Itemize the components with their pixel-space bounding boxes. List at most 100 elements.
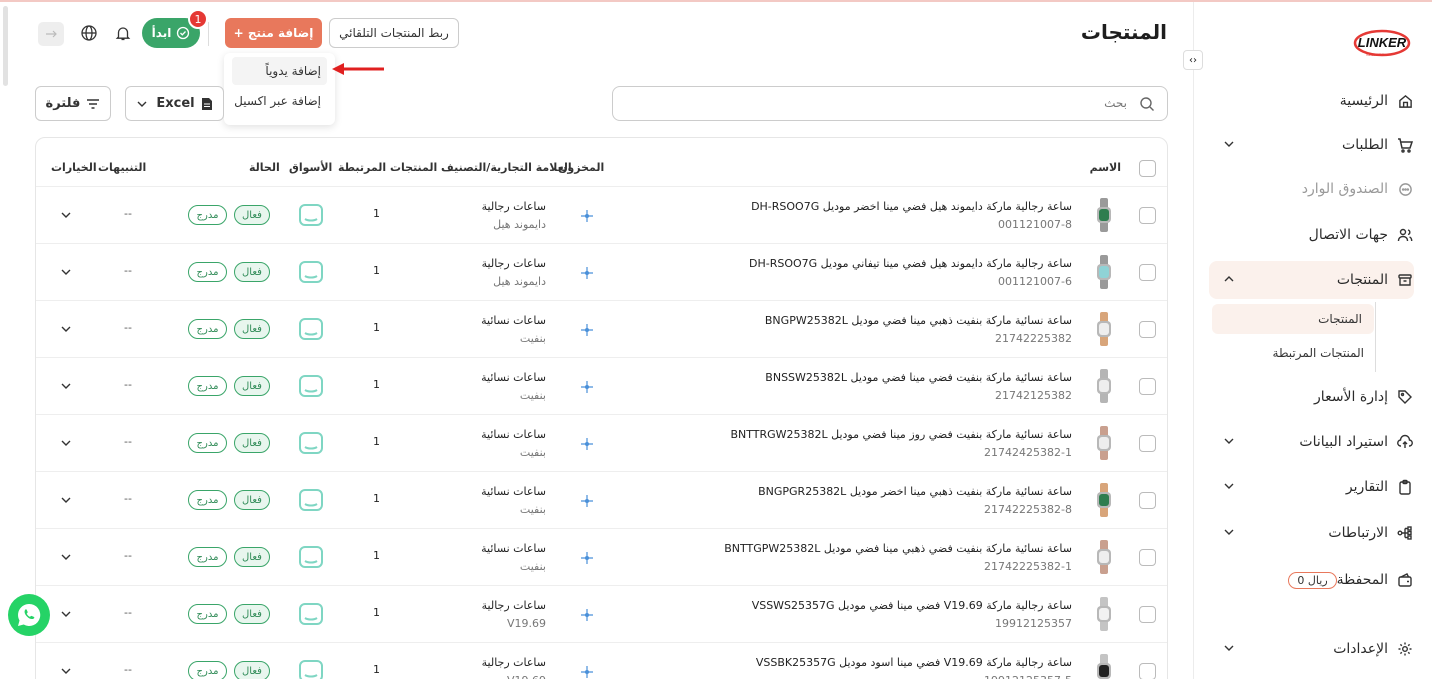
- market-icon[interactable]: [299, 546, 323, 568]
- status-badge-active: فعال: [234, 433, 270, 453]
- market-icon[interactable]: [299, 660, 323, 679]
- table-row[interactable]: ساعة نسائية ماركة بنفيت فضي ذهبي مينا فض…: [36, 528, 1167, 585]
- linked-count: 1: [373, 663, 380, 676]
- theme-toggle[interactable]: [38, 22, 64, 46]
- market-icon[interactable]: [299, 204, 323, 226]
- sidebar-item-connections[interactable]: الارتباطات: [1209, 514, 1414, 552]
- product-name[interactable]: ساعة نسائية ماركة بنفيت فضي مينا فضي مود…: [765, 371, 1072, 384]
- search-input[interactable]: [827, 96, 1127, 110]
- column-header-linked[interactable]: المنتجات المرتبطة: [338, 161, 437, 174]
- table-row[interactable]: ساعة رجالية ماركة V19.69 فضي مينا فضي مو…: [36, 585, 1167, 642]
- product-name[interactable]: ساعة رجالية ماركة V19.69 فضي مينا فضي مو…: [752, 599, 1072, 612]
- sidebar-item-contacts[interactable]: جهات الاتصال: [1209, 216, 1414, 254]
- status-badge-listed: مدرج: [188, 262, 227, 282]
- menu-item-add-manually[interactable]: إضافة يدوياً: [232, 57, 327, 85]
- table-row[interactable]: ساعة رجالية ماركة V19.69 فضي مينا اسود م…: [36, 642, 1167, 679]
- chevron-down-icon[interactable]: [60, 209, 72, 221]
- product-name[interactable]: ساعة نسائية ماركة بنفيت ذهبي مينا اخضر م…: [758, 485, 1072, 498]
- stock-icon[interactable]: [579, 322, 595, 338]
- chevron-down-icon[interactable]: [60, 380, 72, 392]
- market-icon[interactable]: [299, 489, 323, 511]
- excel-export-button[interactable]: Excel: [125, 86, 224, 121]
- sidebar-item-home[interactable]: الرئيسية: [1209, 82, 1414, 120]
- stock-icon[interactable]: [579, 607, 595, 623]
- column-header-options[interactable]: الخيارات: [51, 161, 97, 174]
- chevron-down-icon[interactable]: [60, 494, 72, 506]
- whatsapp-chat-button[interactable]: [8, 594, 50, 636]
- product-name[interactable]: ساعة رجالية ماركة V19.69 فضي مينا اسود م…: [756, 656, 1072, 669]
- stock-icon[interactable]: [579, 379, 595, 395]
- linker-logo: LINKER SELLERS: [1353, 29, 1411, 57]
- product-name[interactable]: ساعة رجالية ماركة دايموند هيل فضي مينا ت…: [749, 257, 1072, 270]
- filter-button[interactable]: فلترة: [35, 86, 111, 121]
- table-row[interactable]: ساعة نسائية ماركة بنفيت فضي روز مينا فضي…: [36, 414, 1167, 471]
- sidebar-item-reports[interactable]: التقارير: [1209, 468, 1414, 506]
- sidebar-subitem-products[interactable]: المنتجات: [1212, 304, 1374, 334]
- sidebar-item-products[interactable]: المنتجات: [1209, 261, 1414, 299]
- sidebar-item-settings[interactable]: الإعدادات: [1209, 630, 1414, 668]
- column-header-alerts[interactable]: التنبيهات: [98, 161, 146, 174]
- table-row[interactable]: ساعة رجالية ماركة دايموند هيل فضي مينا ت…: [36, 243, 1167, 300]
- column-header-name[interactable]: الاسم: [1090, 161, 1121, 174]
- chevron-down-icon[interactable]: [60, 551, 72, 563]
- chevron-down-icon[interactable]: [60, 608, 72, 620]
- product-name[interactable]: ساعة نسائية ماركة بنفيت ذهبي مينا فضي مو…: [765, 314, 1072, 327]
- globe-icon[interactable]: [80, 24, 98, 42]
- auto-link-products-button[interactable]: ربط المنتجات التلقائي: [329, 18, 459, 48]
- product-sku: 001121007-8: [998, 218, 1072, 231]
- product-category: ساعات نسائية: [481, 428, 546, 441]
- stock-icon[interactable]: [579, 493, 595, 509]
- market-icon[interactable]: [299, 603, 323, 625]
- stock-icon[interactable]: [579, 664, 595, 679]
- row-checkbox[interactable]: [1139, 606, 1156, 623]
- stock-icon[interactable]: [579, 550, 595, 566]
- chevron-down-icon[interactable]: [60, 266, 72, 278]
- row-checkbox[interactable]: [1139, 549, 1156, 566]
- stock-icon[interactable]: [579, 265, 595, 281]
- product-name[interactable]: ساعة رجالية ماركة دايموند هيل فضي مينا ا…: [751, 200, 1072, 213]
- search-box[interactable]: [612, 86, 1168, 121]
- market-icon[interactable]: [299, 318, 323, 340]
- row-checkbox[interactable]: [1139, 378, 1156, 395]
- chevron-down-icon[interactable]: [60, 665, 72, 677]
- row-checkbox[interactable]: [1139, 207, 1156, 224]
- market-icon[interactable]: [299, 432, 323, 454]
- product-name[interactable]: ساعة نسائية ماركة بنفيت فضي ذهبي مينا فض…: [724, 542, 1072, 555]
- sidebar-item-pricing[interactable]: إدارة الأسعار: [1209, 378, 1414, 416]
- select-all-checkbox[interactable]: [1139, 160, 1156, 177]
- stock-icon[interactable]: [579, 436, 595, 452]
- row-checkbox[interactable]: [1139, 435, 1156, 452]
- product-brand: بنفيت: [519, 446, 546, 459]
- product-category: ساعات نسائية: [481, 485, 546, 498]
- add-product-button[interactable]: + إضافة منتج: [225, 18, 322, 48]
- sidebar-subitem-linked-products[interactable]: المنتجات المرتبطة: [1214, 338, 1376, 368]
- table-row[interactable]: ساعة نسائية ماركة بنفيت ذهبي مينا فضي مو…: [36, 300, 1167, 357]
- row-checkbox[interactable]: [1139, 321, 1156, 338]
- table-row[interactable]: ساعة نسائية ماركة بنفيت ذهبي مينا اخضر م…: [36, 471, 1167, 528]
- row-checkbox[interactable]: [1139, 264, 1156, 281]
- market-icon[interactable]: [299, 375, 323, 397]
- bell-icon[interactable]: [114, 24, 132, 42]
- menu-item-add-via-excel[interactable]: إضافة عبر اكسيل: [232, 87, 327, 115]
- status-badge-listed: مدرج: [188, 319, 227, 339]
- sidebar-item-wallet[interactable]: المحفظة 0 ريال: [1209, 561, 1414, 599]
- row-checkbox[interactable]: [1139, 492, 1156, 509]
- column-header-status[interactable]: الحالة: [249, 161, 280, 174]
- page-scrollbar[interactable]: [3, 6, 8, 86]
- column-header-markets[interactable]: الأسواق: [289, 161, 332, 174]
- product-name[interactable]: ساعة نسائية ماركة بنفيت فضي روز مينا فضي…: [730, 428, 1072, 441]
- table-row[interactable]: ساعة نسائية ماركة بنفيت فضي مينا فضي مود…: [36, 357, 1167, 414]
- stock-icon[interactable]: [579, 208, 595, 224]
- sidebar-collapse-button[interactable]: ‹›: [1183, 50, 1203, 70]
- market-icon[interactable]: [299, 261, 323, 283]
- sidebar-item-inbox[interactable]: الصندوق الوارد: [1209, 170, 1414, 208]
- sidebar-item-orders[interactable]: الطلبات: [1209, 126, 1414, 164]
- product-thumbnail: [1097, 198, 1111, 232]
- chevron-down-icon[interactable]: [60, 323, 72, 335]
- table-row[interactable]: ساعة رجالية ماركة دايموند هيل فضي مينا ا…: [36, 186, 1167, 243]
- status-badge-active: فعال: [234, 604, 270, 624]
- chevron-down-icon[interactable]: [60, 437, 72, 449]
- sidebar-item-import[interactable]: استيراد البيانات: [1209, 423, 1414, 461]
- row-checkbox[interactable]: [1139, 663, 1156, 679]
- column-header-brand[interactable]: العلامة التجارية/التصنيف: [441, 161, 572, 174]
